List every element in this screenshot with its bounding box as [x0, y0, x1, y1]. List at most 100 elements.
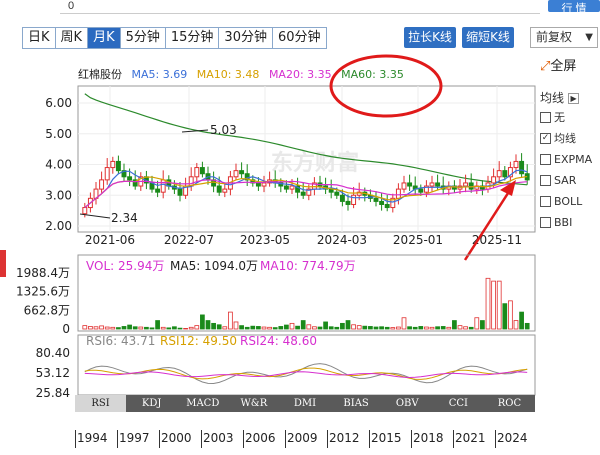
tab-period-1[interactable]: 周K — [55, 27, 89, 49]
indicator-tab-roc[interactable]: ROC — [484, 395, 535, 412]
quote-button[interactable]: 行 情 — [548, 0, 600, 15]
indicator-tab-dmi[interactable]: DMI — [279, 395, 330, 412]
tab-period-2[interactable]: 月K — [88, 27, 121, 49]
tab-period-3[interactable]: 5分钟 — [120, 27, 166, 49]
tab-period-5[interactable]: 30分钟 — [219, 27, 273, 49]
candle-body — [216, 185, 222, 193]
volume-bar — [463, 326, 468, 330]
checkbox-icon[interactable] — [540, 217, 551, 228]
side-option-3[interactable]: SAR — [540, 171, 600, 190]
candle-body — [412, 185, 418, 190]
volume-bar — [250, 325, 256, 330]
indicator-tab-kdj[interactable]: KDJ — [126, 395, 177, 412]
candle-body — [457, 185, 463, 190]
volume-bar — [267, 326, 272, 330]
stock-name: 红棉股份 — [78, 68, 122, 81]
ma10-line — [84, 175, 528, 209]
volume-bar — [183, 328, 188, 330]
side-option-label: BBI — [554, 216, 573, 229]
shrink-kline-button[interactable]: 缩短K线 — [462, 27, 514, 48]
volume-bar — [149, 327, 155, 330]
volume-bar — [384, 326, 390, 330]
indicator-tab-cci[interactable]: CCI — [433, 395, 484, 412]
rsi-y-tick: 80.40 — [36, 346, 70, 360]
ma5-value: MA5: 3.69 — [131, 68, 188, 81]
volume-bar — [99, 325, 104, 330]
candle-body — [155, 188, 161, 193]
volume-bar — [121, 326, 127, 330]
candle-body — [239, 170, 245, 175]
arrow-head — [500, 180, 516, 196]
candle-body — [485, 182, 491, 190]
volume-bar — [491, 280, 496, 330]
indicator-tab-wr[interactable]: W&R — [228, 395, 279, 412]
candle-body — [188, 176, 194, 187]
candle-body — [272, 179, 278, 184]
checkbox-icon[interactable] — [540, 154, 551, 165]
price-x-tick: 2022-07 — [164, 233, 214, 247]
year-tick: 2000 — [159, 430, 201, 448]
year-ruler[interactable]: 1994 1997 2000 2003 2006 2009 2012 2015 2018 2021… — [75, 430, 537, 448]
indicator-tab-macd[interactable]: MACD — [177, 395, 228, 412]
stretch-kline-button[interactable]: 拉长K线 — [404, 27, 456, 48]
vol-ma5-value: MA5: 1094.0万 — [170, 259, 258, 273]
indicator-tab-rsi[interactable]: RSI — [75, 395, 127, 412]
volume-bar — [222, 326, 228, 330]
volume-bar — [300, 320, 306, 330]
volume-y-tick: 0 — [62, 322, 70, 336]
side-panel-title: 均线 — [540, 91, 565, 105]
candle-body — [339, 194, 345, 202]
volume-bar — [424, 326, 429, 330]
tab-period-0[interactable]: 日K — [22, 27, 56, 49]
checkbox-icon[interactable] — [540, 196, 551, 207]
side-option-label: EXPMA — [554, 153, 593, 166]
watermark-text: 东方财富 — [271, 150, 359, 176]
indicator-tab-obv[interactable]: OBV — [382, 395, 433, 412]
volume-bar — [379, 326, 384, 330]
candle-body — [306, 188, 312, 196]
tab-period-4[interactable]: 15分钟 — [165, 27, 220, 49]
side-panel-header[interactable]: 均线 ▶ — [540, 90, 600, 106]
side-option-4[interactable]: BOLL — [540, 192, 600, 211]
side-option-2[interactable]: EXPMA — [540, 150, 600, 169]
candle-body — [87, 197, 93, 209]
side-option-5[interactable]: BBI — [540, 213, 600, 232]
volume-bar — [362, 325, 368, 330]
candle-body — [311, 182, 317, 190]
volume-bar — [340, 322, 345, 330]
tab-period-6[interactable]: 60分钟 — [272, 27, 327, 49]
indicator-tab-bias[interactable]: BIAS — [331, 395, 382, 412]
volume-bar — [328, 326, 334, 330]
candle-body — [362, 191, 368, 196]
volume-bar — [502, 303, 508, 330]
candle-body — [418, 188, 424, 193]
candle-body — [345, 200, 351, 205]
price-y-tick: 2.00 — [45, 219, 72, 233]
volume-bar — [412, 326, 418, 330]
low-pointer — [79, 213, 111, 219]
rsi-panel-frame — [77, 334, 536, 396]
volume-bar — [155, 320, 160, 330]
volume-bar — [116, 327, 121, 330]
checkbox-icon[interactable] — [540, 112, 551, 123]
volume-bar — [110, 326, 116, 330]
volume-bar — [401, 317, 407, 330]
candle-body — [524, 173, 530, 181]
fullscreen-button[interactable]: ⤢全屏 — [540, 55, 576, 74]
volume-bar — [166, 327, 172, 330]
checkbox-icon[interactable] — [540, 175, 551, 186]
rsi6-line — [84, 363, 528, 385]
volume-bar — [284, 324, 289, 330]
volume-bar — [82, 325, 88, 330]
volume-bar — [205, 320, 211, 330]
side-option-0[interactable]: 无 — [540, 108, 600, 127]
rsi24-value: RSI24: 48.60 — [240, 334, 317, 348]
volume-bar — [457, 325, 463, 330]
checkbox-icon[interactable]: ✓ — [540, 133, 551, 144]
price-y-tick: 3.00 — [45, 188, 72, 202]
side-option-1[interactable]: ✓ 均线 — [540, 129, 600, 148]
adjust-mode-select[interactable]: 前复权 ▼ — [530, 27, 598, 48]
candle-body — [395, 188, 401, 199]
volume-y-tick: 1325.6万 — [16, 285, 70, 299]
candle-body — [468, 182, 474, 190]
